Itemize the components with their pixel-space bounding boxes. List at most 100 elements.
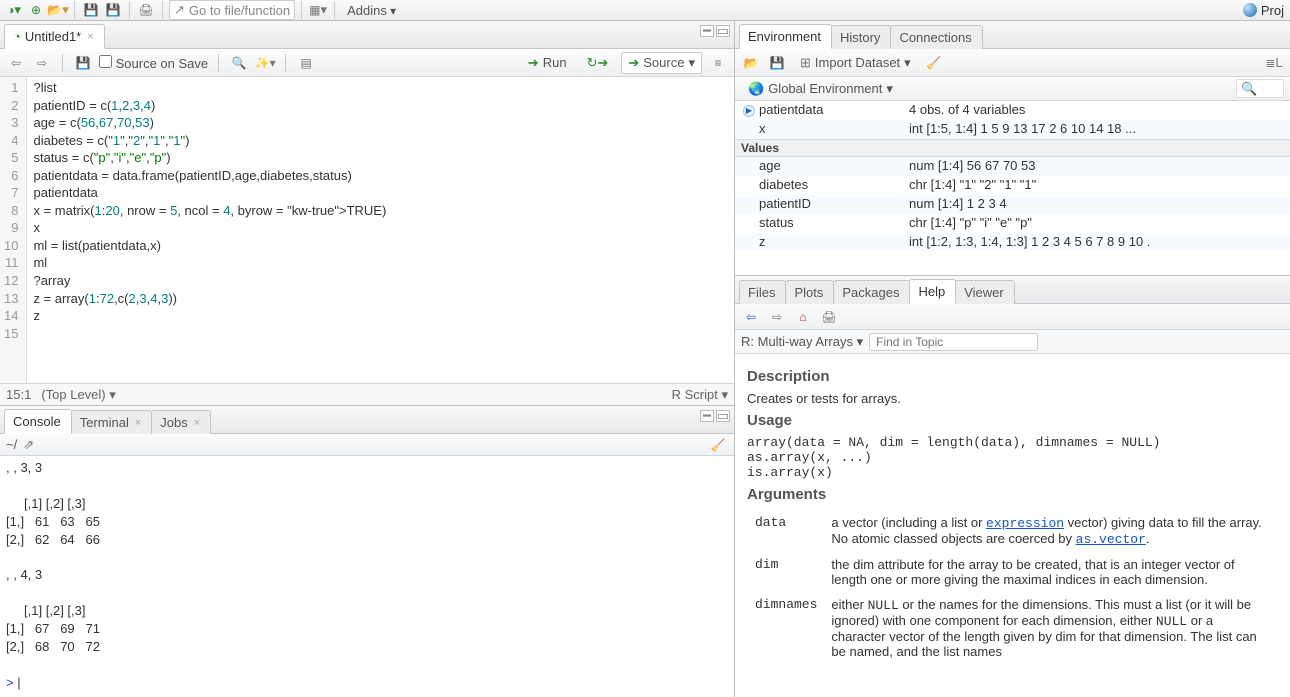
- import-dataset-button[interactable]: ⊞Import Dataset ▾: [793, 52, 918, 74]
- env-toolbar-2: 🌏Global Environment ▾: [735, 77, 1290, 101]
- environment-pane: Environment History Connections 📂 💾 ⊞Imp…: [735, 21, 1290, 276]
- help-forward-icon[interactable]: ⇨: [767, 307, 787, 327]
- help-tabbar: Files Plots Packages Help Viewer: [735, 276, 1290, 304]
- env-value-row[interactable]: agenum [1:4] 56 67 70 53: [735, 157, 1290, 176]
- main-toolbar: ◑▾ ⊕ 📂▾ 💾 💾 🖨 ↗ Go to file/function ▦▾ A…: [0, 0, 1290, 21]
- separator: [129, 1, 130, 19]
- help-breadcrumb[interactable]: R: Multi-way Arrays ▾: [741, 334, 863, 350]
- rerun-button[interactable]: ↻➔: [580, 52, 616, 74]
- open-file-icon[interactable]: 📂▾: [48, 0, 68, 20]
- help-search-bar: R: Multi-way Arrays ▾: [735, 330, 1290, 354]
- goto-arrow-icon: ↗: [174, 2, 185, 18]
- tab-connections[interactable]: Connections: [890, 25, 982, 49]
- env-value-row[interactable]: statuschr [1:4] "p" "i" "e" "p": [735, 214, 1290, 233]
- help-pane: Files Plots Packages Help Viewer ⇦ ⇨ ⌂ 🖨…: [735, 276, 1290, 697]
- grid-icon[interactable]: ▦▾: [308, 0, 328, 20]
- help-heading-arguments: Arguments: [747, 486, 1278, 503]
- env-toolbar-1: 📂 💾 ⊞Import Dataset ▾ 🧹 ≣ L: [735, 49, 1290, 77]
- env-value-row[interactable]: patientIDnum [1:4] 1 2 3 4: [735, 195, 1290, 214]
- help-heading-usage: Usage: [747, 412, 1278, 429]
- help-link[interactable]: expression: [986, 516, 1064, 531]
- close-tab-icon[interactable]: ×: [87, 31, 93, 43]
- separator: [74, 1, 75, 19]
- wand-icon[interactable]: ✨▾: [255, 53, 275, 73]
- source-tab[interactable]: ◔ Untitled1* ×: [4, 24, 105, 49]
- tab-terminal[interactable]: Terminal×: [71, 410, 153, 434]
- find-icon[interactable]: 🔍: [229, 53, 249, 73]
- console-branch-icon[interactable]: ⇗: [23, 437, 34, 453]
- load-workspace-icon[interactable]: 📂: [741, 53, 761, 73]
- source-pane: ◔ Untitled1* × ━▭ ⇦ ⇨ 💾 Source on Save 🔍…: [0, 21, 734, 406]
- console-tabbar: Console Terminal× Jobs× ━▭: [0, 406, 734, 434]
- scope-indicator[interactable]: (Top Level) ▾: [41, 387, 115, 403]
- save-all-icon[interactable]: 💾: [103, 0, 123, 20]
- source-button[interactable]: ➔Source ▾: [621, 52, 702, 74]
- forward-icon[interactable]: ⇨: [32, 53, 52, 73]
- environment-list: ▶patientdata4 obs. of 4 variablesxint [1…: [735, 101, 1290, 275]
- new-file-icon[interactable]: ◑▾: [4, 0, 24, 20]
- find-in-topic-input[interactable]: [869, 333, 1038, 351]
- tab-history[interactable]: History: [831, 25, 891, 49]
- back-icon[interactable]: ⇦: [6, 53, 26, 73]
- goto-file-input[interactable]: ↗ Go to file/function: [169, 0, 295, 20]
- clear-console-icon[interactable]: 🧹: [708, 435, 728, 455]
- notebook-icon[interactable]: ▤: [296, 53, 316, 73]
- close-icon[interactable]: ×: [194, 417, 200, 429]
- help-home-icon[interactable]: ⌂: [793, 307, 813, 327]
- env-data-row[interactable]: xint [1:5, 1:4] 1 5 9 13 17 2 6 10 14 18…: [735, 120, 1290, 139]
- tab-plots[interactable]: Plots: [785, 280, 834, 304]
- env-data-row[interactable]: ▶patientdata4 obs. of 4 variables: [735, 101, 1290, 120]
- help-link[interactable]: as.vector: [1076, 532, 1146, 547]
- globe-icon: 🌏: [748, 81, 764, 97]
- separator: [162, 1, 163, 19]
- help-content[interactable]: Description Creates or tests for arrays.…: [735, 354, 1290, 697]
- maximize-icon[interactable]: ▭: [716, 25, 730, 37]
- env-value-row[interactable]: zint [1:2, 1:3, 1:4, 1:3] 1 2 3 4 5 6 7 …: [735, 233, 1290, 252]
- goto-placeholder: Go to file/function: [189, 3, 290, 18]
- console-prompt[interactable]: >: [6, 675, 17, 690]
- help-usage-code: array(data = NA, dim = length(data), dim…: [747, 435, 1278, 480]
- tab-jobs[interactable]: Jobs×: [151, 410, 211, 434]
- env-section-values: Values: [735, 139, 1290, 157]
- outline-icon[interactable]: ≡: [708, 53, 728, 73]
- env-value-row[interactable]: diabeteschr [1:4] "1" "2" "1" "1": [735, 176, 1290, 195]
- source-tab-title: Untitled1*: [25, 29, 81, 44]
- console-path: ~/: [6, 437, 17, 452]
- r-logo-icon: [1243, 3, 1257, 17]
- language-indicator[interactable]: R Script ▾: [672, 387, 728, 403]
- tab-packages[interactable]: Packages: [833, 280, 910, 304]
- console-output[interactable]: , , 3, 3 [,1] [,2] [,3] [1,] 61 63 65 [2…: [0, 456, 734, 697]
- help-back-icon[interactable]: ⇦: [741, 307, 761, 327]
- close-icon[interactable]: ×: [135, 417, 141, 429]
- tab-viewer[interactable]: Viewer: [955, 280, 1015, 304]
- run-arrow-icon: ➔: [528, 55, 539, 71]
- code-content[interactable]: ?list patientID = c(1,2,3,4) age = c(56,…: [27, 77, 734, 383]
- run-button[interactable]: ➔Run: [521, 52, 574, 74]
- code-editor[interactable]: 123456789101112131415 ?list patientID = …: [0, 77, 734, 383]
- env-scope-selector[interactable]: 🌏Global Environment ▾: [741, 78, 900, 100]
- addins-menu[interactable]: Addins ▾: [347, 3, 396, 18]
- tab-help[interactable]: Help: [909, 279, 956, 304]
- list-view-icon[interactable]: ≣ L: [1264, 53, 1284, 73]
- maximize-icon[interactable]: ▭: [716, 410, 730, 422]
- env-search-input[interactable]: [1236, 79, 1284, 98]
- minimize-icon[interactable]: ━: [700, 25, 714, 37]
- line-gutter: 123456789101112131415: [0, 77, 27, 383]
- minimize-icon[interactable]: ━: [700, 410, 714, 422]
- save-workspace-icon[interactable]: 💾: [767, 53, 787, 73]
- save-source-icon[interactable]: 💾: [73, 53, 93, 73]
- expand-icon[interactable]: ▶: [743, 105, 755, 117]
- tab-files[interactable]: Files: [739, 280, 786, 304]
- new-project-icon[interactable]: ⊕: [26, 0, 46, 20]
- project-menu[interactable]: Proj: [1243, 3, 1286, 18]
- print-icon[interactable]: 🖨: [136, 0, 156, 20]
- save-icon[interactable]: 💾: [81, 0, 101, 20]
- help-arg-row: dimnameseither NULL or the names for the…: [749, 593, 1276, 663]
- help-print-icon[interactable]: 🖨: [819, 307, 839, 327]
- tab-environment[interactable]: Environment: [739, 24, 832, 49]
- env-tabbar: Environment History Connections: [735, 21, 1290, 49]
- tab-console[interactable]: Console: [4, 409, 72, 434]
- source-on-save-checkbox[interactable]: Source on Save: [99, 55, 208, 71]
- separator: [334, 1, 335, 19]
- clear-env-icon[interactable]: 🧹: [924, 53, 944, 73]
